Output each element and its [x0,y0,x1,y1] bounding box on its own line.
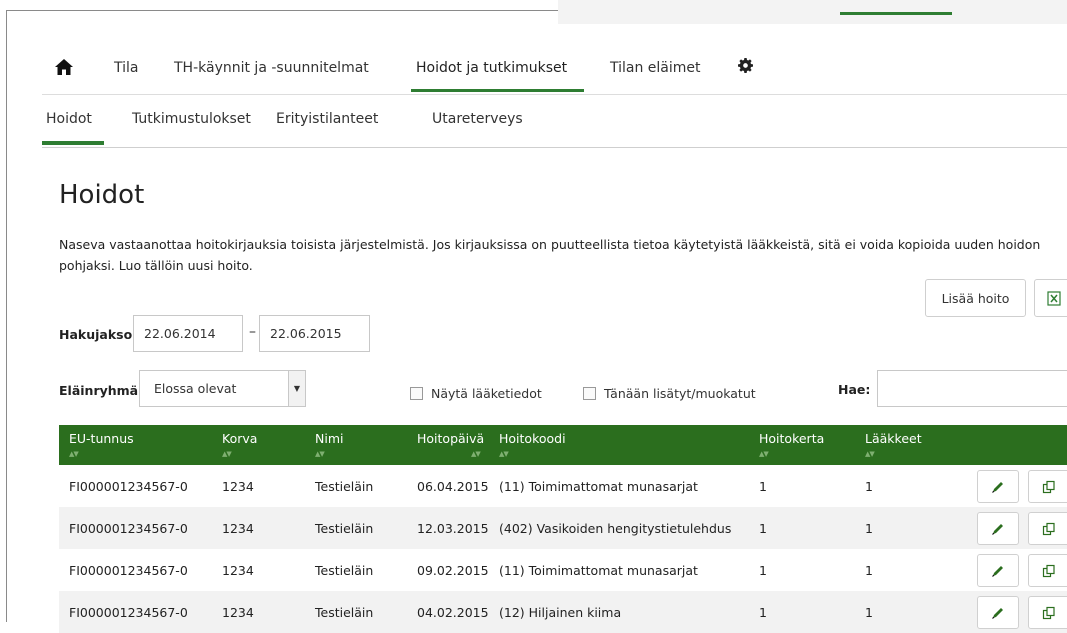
cell-korva: 1234 [222,521,254,536]
show-meds-label: Näytä lääketiedot [431,386,542,401]
date-from-input[interactable]: 22.06.2014 [133,315,243,352]
cell-eu-tunnus: FI000001234567-0 [69,479,188,494]
subnav-active-indicator [42,141,104,145]
cell-hoitokoodi: (11) Toimimattomat munasarjat [499,479,698,494]
nav-item-tila[interactable]: Tila [114,60,138,76]
today-modified-label: Tänään lisätyt/muokatut [604,386,756,401]
col-eu-tunnus[interactable]: EU-tunnus [69,431,134,446]
cell-laakkeet: 1 [865,479,873,494]
cell-korva: 1234 [222,605,254,620]
top-bar-accent [840,12,952,15]
checkbox-box[interactable] [583,387,596,400]
cell-laakkeet: 1 [865,563,873,578]
animal-group-select[interactable]: Elossa olevat ▼ [139,370,306,407]
cell-hoitokoodi: (12) Hiljainen kiima [499,605,622,620]
today-modified-checkbox[interactable]: Tänään lisätyt/muokatut [583,386,756,401]
sub-nav: Hoidot Tutkimustulokset Erityistilanteet… [42,94,1067,148]
cell-hoitopaiva: 09.02.2015 [417,563,489,578]
sort-icon[interactable]: ▲▼ [499,450,509,458]
cell-eu-tunnus: FI000001234567-0 [69,563,188,578]
search-label: Hae: [838,382,871,397]
tab-erityistilanteet[interactable]: Erityistilanteet [276,111,378,127]
cell-nimi: Testieläin [315,563,374,578]
col-laakkeet[interactable]: Lääkkeet [865,431,922,446]
page-description: Naseva vastaanottaa hoitokirjauksia tois… [59,237,1041,273]
cell-hoitokerta: 1 [759,605,767,620]
top-bar [558,0,1067,24]
edit-icon[interactable] [977,596,1019,629]
cell-nimi: Testieläin [315,521,374,536]
nav-item-tilan-elaimet[interactable]: Tilan eläimet [610,60,701,76]
gear-icon[interactable] [738,58,753,77]
cell-eu-tunnus: FI000001234567-0 [69,521,188,536]
checkbox-box[interactable] [410,387,423,400]
copy-icon[interactable] [1028,554,1067,587]
cell-laakkeet: 1 [865,521,873,536]
nav-item-hoidot-ja-tutkimukset[interactable]: Hoidot ja tutkimukset [416,60,567,76]
sort-icon[interactable]: ▲▼ [865,450,875,458]
tab-tutkimustulokset[interactable]: Tutkimustulokset [132,111,251,127]
table-row: FI000001234567-0 1234 Testieläin 09.02.2… [59,549,1067,591]
home-icon[interactable] [54,58,74,80]
table-row: FI000001234567-0 1234 Testieläin 04.02.2… [59,591,1067,633]
cell-laakkeet: 1 [865,605,873,620]
chevron-down-icon[interactable]: ▼ [288,371,305,406]
copy-icon[interactable] [1028,470,1067,503]
add-treatment-button[interactable]: Lisää hoito [925,279,1026,317]
copy-icon[interactable] [1028,596,1067,629]
tab-utareterveys[interactable]: Utareterveys [432,111,523,127]
cell-hoitokerta: 1 [759,479,767,494]
sort-icon[interactable]: ▲▼ [69,450,79,458]
main-nav: Tila TH-käynnit ja -suunnitelmat Hoidot … [42,48,1067,94]
edit-icon[interactable] [977,554,1019,587]
animal-group-value: Elossa olevat [154,381,237,396]
cell-hoitopaiva: 04.02.2015 [417,605,489,620]
sort-icon[interactable]: ▲▼ [471,450,481,458]
col-hoitokoodi[interactable]: Hoitokoodi [499,431,566,446]
edit-icon[interactable] [977,512,1019,545]
cell-nimi: Testieläin [315,479,374,494]
sort-icon[interactable]: ▲▼ [315,450,325,458]
table-header: EU-tunnus ▲▼ Korva ▲▼ Nimi ▲▼ Hoitopäivä… [59,425,1067,465]
show-meds-checkbox[interactable]: Näytä lääketiedot [410,386,542,401]
cell-korva: 1234 [222,479,254,494]
table-row: FI000001234567-0 1234 Testieläin 12.03.2… [59,507,1067,549]
col-korva[interactable]: Korva [222,431,257,446]
cell-korva: 1234 [222,563,254,578]
nav-active-indicator [411,89,584,92]
sort-icon[interactable]: ▲▼ [759,450,769,458]
cell-hoitokoodi: (11) Toimimattomat munasarjat [499,563,698,578]
page-title: Hoidot [59,180,145,210]
tab-hoidot[interactable]: Hoidot [46,111,92,127]
col-hoitopaiva[interactable]: Hoitopäivä [417,431,484,446]
sort-icon[interactable]: ▲▼ [222,450,232,458]
search-input[interactable] [877,370,1067,407]
col-hoitokerta[interactable]: Hoitokerta [759,431,824,446]
nav-item-th-kaynnit[interactable]: TH-käynnit ja -suunnitelmat [174,60,369,76]
cell-eu-tunnus: FI000001234567-0 [69,605,188,620]
cell-hoitokerta: 1 [759,563,767,578]
date-to-input[interactable]: 22.06.2015 [259,315,370,352]
animal-group-label: Eläinryhmä [59,383,139,398]
cell-nimi: Testieläin [315,605,374,620]
cell-hoitopaiva: 06.04.2015 [417,479,489,494]
cell-hoitokoodi: (402) Vasikoiden hengitystietulehdus [499,521,732,536]
excel-icon[interactable] [1034,279,1067,317]
edit-icon[interactable] [977,470,1019,503]
copy-icon[interactable] [1028,512,1067,545]
table-row: FI000001234567-0 1234 Testieläin 06.04.2… [59,465,1067,507]
cell-hoitokerta: 1 [759,521,767,536]
date-separator: – [249,324,256,340]
cell-hoitopaiva: 12.03.2015 [417,521,489,536]
col-nimi[interactable]: Nimi [315,431,343,446]
period-label: Hakujakso [59,327,133,342]
